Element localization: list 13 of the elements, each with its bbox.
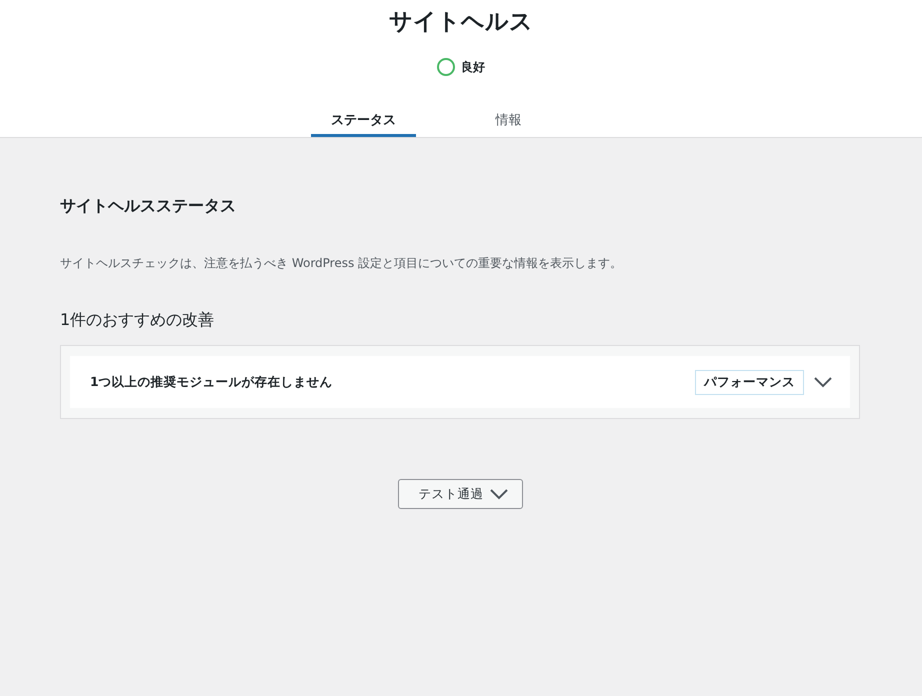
issue-row[interactable]: 1つ以上の推奨モジュールが存在しません パフォーマンス [70,356,850,408]
tab[interactable]: ステータス [311,98,416,137]
tab[interactable]: 情報 [456,98,561,137]
chevron-icon [490,488,508,500]
issue-title: 1つ以上の推奨モジュールが存在しません [90,374,334,390]
chevron-icon [814,376,832,388]
page-title: サイトヘルス [389,8,533,37]
status-label: 良好 [461,58,485,76]
section-description: サイトヘルスチェックは、注意を払うべき WordPress 設定と項目についての重要な情報を表示します。 [60,255,624,272]
issues-heading: 1件のおすすめの改善 [60,310,216,331]
passed-tests-button[interactable]: テスト通過 [398,479,522,509]
category-tag: パフォーマンス [695,370,804,394]
section-title: サイトヘルスステータス [60,196,237,217]
